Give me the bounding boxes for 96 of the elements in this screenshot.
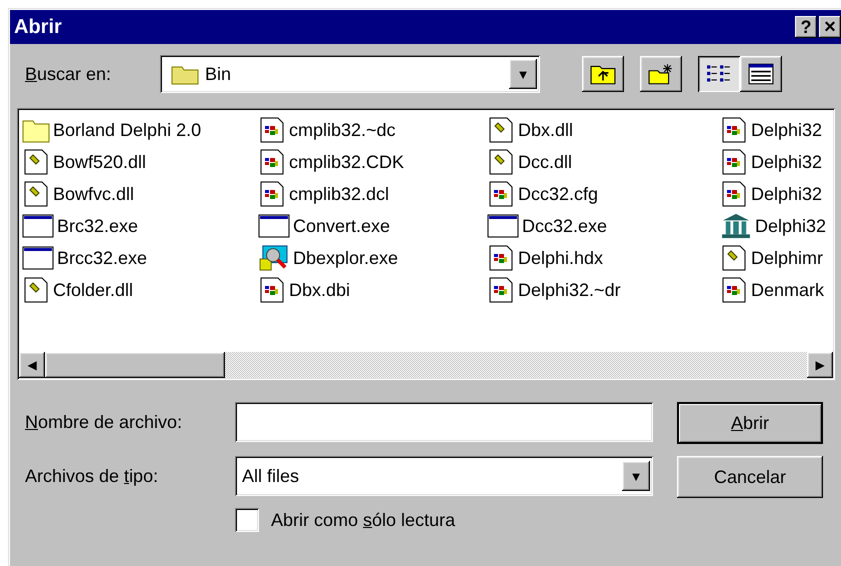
- read-only-checkbox[interactable]: [235, 508, 259, 532]
- file-name: cmplib32.CDK: [289, 152, 404, 172]
- file-type-value: All files: [241, 466, 300, 486]
- file-name-field[interactable]: [235, 402, 653, 442]
- file-item[interactable]: Bowfvc.dll: [19, 178, 255, 210]
- file-name: Delphi32.~dr: [518, 280, 621, 300]
- look-in-dropdown[interactable]: Bin ▼: [160, 55, 540, 93]
- file-item[interactable]: Dcc.dll: [484, 146, 717, 178]
- file-item[interactable]: Delphi32: [717, 178, 831, 210]
- file-name: Borland Delphi 2.0: [53, 120, 202, 140]
- file-item[interactable]: Bowf520.dll: [19, 146, 255, 178]
- file-name: Cfolder.dll: [53, 280, 134, 300]
- document-icon: [487, 277, 515, 303]
- cancel-button[interactable]: Cancelar: [677, 456, 823, 498]
- file-name: Delphi.hdx: [518, 248, 604, 268]
- open-button[interactable]: Abrir: [677, 402, 823, 444]
- help-button[interactable]: ?: [795, 16, 817, 38]
- file-name: Convert.exe: [293, 216, 390, 236]
- file-item[interactable]: Borland Delphi 2.0: [19, 114, 255, 146]
- window-icon: [487, 213, 519, 239]
- gear-page-icon: [720, 245, 748, 271]
- document-icon: [258, 149, 286, 175]
- file-item[interactable]: Denmark: [717, 274, 831, 306]
- document-icon: [720, 181, 748, 207]
- details-view-icon: [748, 63, 774, 85]
- document-icon: [720, 149, 748, 175]
- gear-page-icon: [22, 277, 50, 303]
- window-title: Abrir: [14, 16, 62, 38]
- gear-page-icon: [487, 117, 515, 143]
- file-name: Dbexplor.exe: [293, 248, 398, 268]
- file-type-dropdown[interactable]: All files ▼: [235, 456, 653, 496]
- building-icon: [720, 213, 752, 239]
- document-icon: [487, 181, 515, 207]
- file-name: Dbx.dbi: [289, 280, 350, 300]
- document-icon: [487, 245, 515, 271]
- file-item[interactable]: cmplib32.dcl: [255, 178, 484, 210]
- file-name: Dbx.dll: [518, 120, 574, 140]
- file-name: Delphi32: [755, 216, 826, 236]
- window-icon: [22, 245, 54, 271]
- file-name: Delphi32: [751, 184, 822, 204]
- new-folder-button[interactable]: [640, 56, 682, 92]
- up-folder-icon: [590, 63, 616, 85]
- scroll-right-button[interactable]: ▶: [807, 352, 833, 378]
- file-item[interactable]: Delphi32: [717, 114, 831, 146]
- file-name: Delphi32: [751, 120, 822, 140]
- file-item[interactable]: Dbx.dll: [484, 114, 717, 146]
- file-item[interactable]: Cfolder.dll: [19, 274, 255, 306]
- file-name: Delphi32: [751, 152, 822, 172]
- gear-page-icon: [22, 181, 50, 207]
- window-icon: [258, 213, 290, 239]
- file-item[interactable]: Brcc32.exe: [19, 242, 255, 274]
- window-icon: [22, 213, 54, 239]
- document-icon: [720, 277, 748, 303]
- file-item[interactable]: cmplib32.CDK: [255, 146, 484, 178]
- scroll-left-button[interactable]: ◀: [19, 352, 45, 378]
- file-item[interactable]: Delphimr: [717, 242, 831, 274]
- file-item[interactable]: Delphi.hdx: [484, 242, 717, 274]
- file-name: Brcc32.exe: [57, 248, 148, 268]
- file-name: Denmark: [751, 280, 824, 300]
- file-item[interactable]: Delphi32: [717, 210, 831, 242]
- file-name: Brc32.exe: [57, 216, 138, 236]
- file-name: Dcc.dll: [518, 152, 572, 172]
- document-icon: [720, 117, 748, 143]
- document-icon: [258, 277, 286, 303]
- file-item[interactable]: Dcc32.cfg: [484, 178, 717, 210]
- read-only-label: Abrir como sólo lectura: [271, 510, 456, 530]
- file-name: Bowf520.dll: [53, 152, 146, 172]
- magnifier-icon: [258, 245, 290, 271]
- look-in-label: Buscar en:: [25, 64, 112, 84]
- file-item[interactable]: Delphi32: [717, 146, 831, 178]
- file-name: Delphimr: [751, 248, 824, 268]
- close-button[interactable]: ×: [819, 16, 841, 38]
- file-item[interactable]: Dbexplor.exe: [255, 242, 484, 274]
- document-icon: [258, 117, 286, 143]
- gear-page-icon: [22, 149, 50, 175]
- new-folder-icon: [648, 63, 674, 85]
- file-item[interactable]: Dbx.dbi: [255, 274, 484, 306]
- document-icon: [258, 181, 286, 207]
- up-folder-button[interactable]: [582, 56, 624, 92]
- gear-page-icon: [487, 149, 515, 175]
- file-name: Bowfvc.dll: [53, 184, 134, 204]
- file-name: Dcc32.cfg: [518, 184, 598, 204]
- file-item[interactable]: Dcc32.exe: [484, 210, 717, 242]
- file-name: cmplib32.dcl: [289, 184, 390, 204]
- details-view-button[interactable]: [740, 56, 782, 92]
- file-item[interactable]: Convert.exe: [255, 210, 484, 242]
- look-in-value: Bin: [205, 64, 232, 84]
- file-item[interactable]: cmplib32.~dc: [255, 114, 484, 146]
- file-name: Dcc32.exe: [522, 216, 608, 236]
- file-item[interactable]: Delphi32.~dr: [484, 274, 717, 306]
- scroll-thumb[interactable]: [45, 352, 225, 378]
- file-type-label: Archivos de tipo:: [25, 466, 160, 486]
- file-name-label: Nombre de archivo:: [25, 412, 184, 432]
- file-item[interactable]: Brc32.exe: [19, 210, 255, 242]
- file-name: cmplib32.~dc: [289, 120, 396, 140]
- list-view-button[interactable]: [698, 56, 740, 92]
